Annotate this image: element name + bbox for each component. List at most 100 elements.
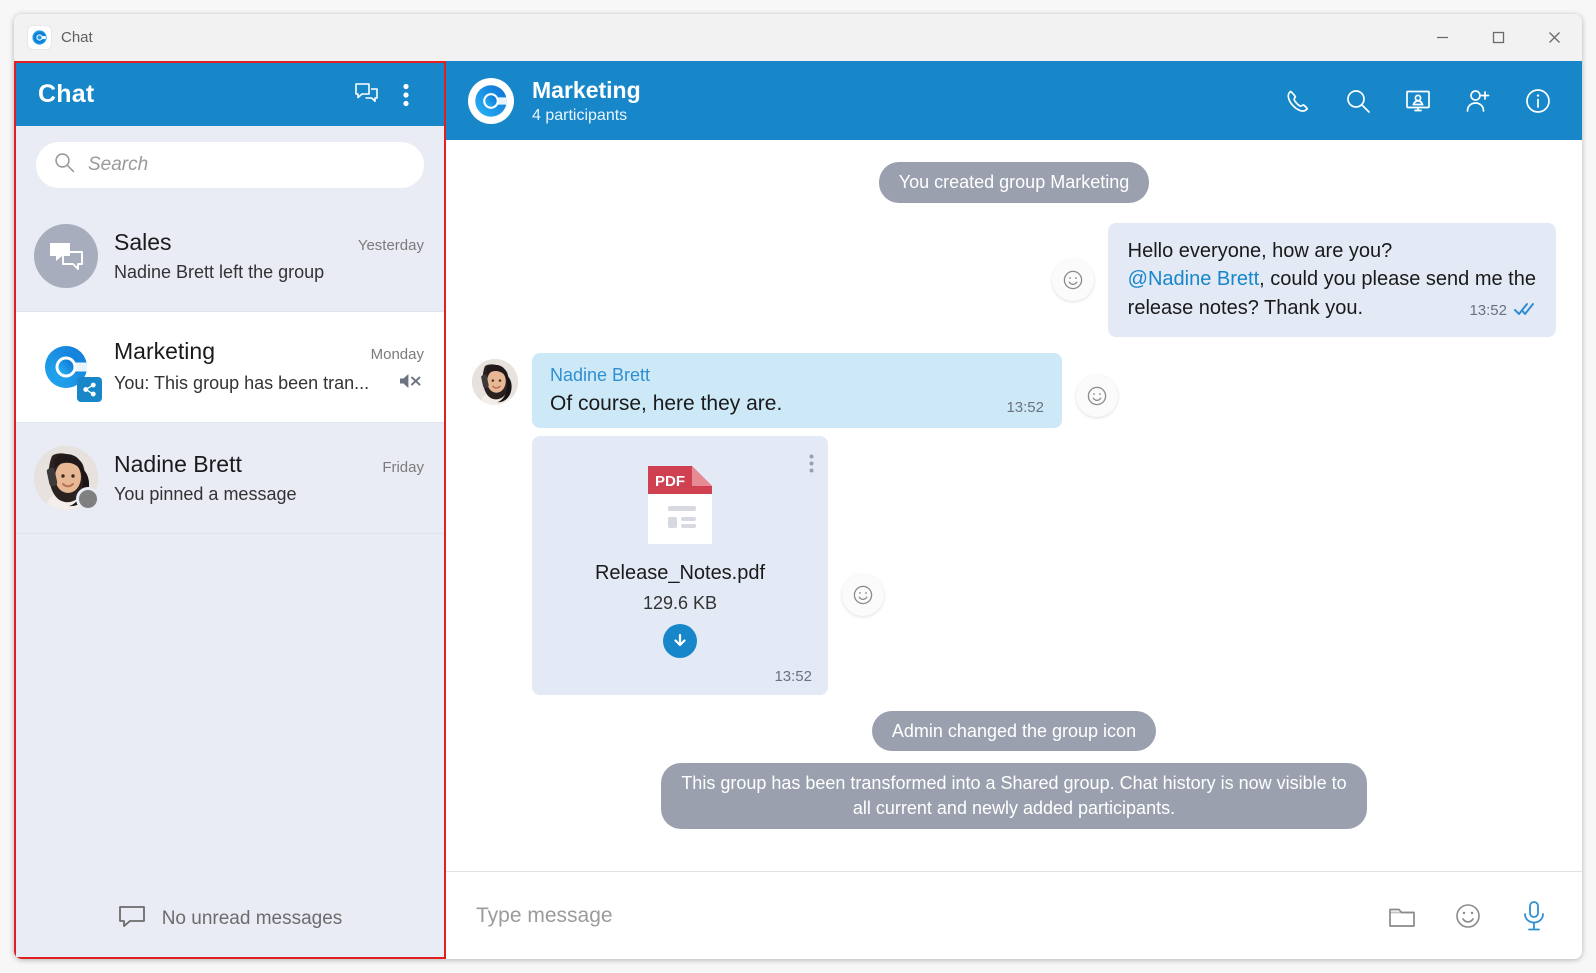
message-text: Hello everyone, how are you? @Nadine Bre… xyxy=(1128,237,1536,323)
avatar xyxy=(472,358,518,405)
message-bubble-outgoing: Hello everyone, how are you? @Nadine Bre… xyxy=(1107,222,1556,337)
message-time: 13:52 xyxy=(1006,398,1044,416)
emoji-icon[interactable] xyxy=(1448,896,1488,936)
share-badge-icon xyxy=(77,377,102,402)
more-options-icon[interactable] xyxy=(386,75,426,115)
add-person-icon[interactable] xyxy=(1458,81,1498,121)
chat-bubble-icon xyxy=(118,905,146,934)
file-attachment-card[interactable]: PDF Release_Notes.pdf 129.6 KB 13:52 xyxy=(532,435,828,695)
download-icon[interactable] xyxy=(663,623,697,658)
chat-item-time: Yesterday xyxy=(357,237,424,254)
search-input[interactable] xyxy=(88,154,406,176)
app-window: Chat Chat Search Sales Yesterday Nadine … xyxy=(14,14,1582,959)
emoji-reaction-icon[interactable] xyxy=(1051,258,1094,301)
info-icon[interactable] xyxy=(1518,81,1558,121)
incoming-message-row: Nadine Brett Of course, here they are. 1… xyxy=(472,352,1556,428)
system-message-row: Admin changed the group icon xyxy=(472,710,1556,752)
chat-item-preview: You pinned a message xyxy=(114,484,297,504)
file-message-row: PDF Release_Notes.pdf 129.6 KB 13:52 xyxy=(532,435,1556,695)
chat-list-item-nadine-brett[interactable]: Nadine Brett Friday You pinned a message xyxy=(16,423,444,534)
participant-count: 4 participants xyxy=(532,106,628,124)
app-logo-icon xyxy=(28,26,51,49)
window-titlebar: Chat xyxy=(14,14,1582,61)
chat-item-bottom-row: You: This group has been tran... xyxy=(114,371,424,396)
chat-item-preview: You: This group has been tran... xyxy=(114,373,370,393)
chat-item-name: Sales xyxy=(114,229,172,255)
download-wrapper xyxy=(548,623,812,658)
window-title: Chat xyxy=(61,29,93,46)
unread-status-text: No unread messages xyxy=(161,908,343,929)
read-receipt-icon xyxy=(1514,296,1536,325)
chat-list: Sales Yesterday Nadine Brett left the gr… xyxy=(16,201,444,881)
chat-header-text: Marketing 4 participants xyxy=(532,77,641,125)
system-message-row: You created group Marketing xyxy=(472,162,1556,203)
chat-item-content: Sales Yesterday Nadine Brett left the gr… xyxy=(114,229,424,283)
pdf-file-icon: PDF xyxy=(548,462,812,548)
chat-item-time: Monday xyxy=(370,346,424,363)
file-size: 129.6 KB xyxy=(642,592,718,613)
titlebar-left: Chat xyxy=(14,26,93,49)
window-controls xyxy=(1414,14,1582,61)
new-chat-icon[interactable] xyxy=(346,75,386,115)
emoji-reaction-icon[interactable] xyxy=(842,574,884,617)
system-message-row: This group has been transformed into a S… xyxy=(472,763,1556,830)
mention-link[interactable]: @Nadine Brett xyxy=(1128,268,1259,290)
file-name: Release_Notes.pdf xyxy=(594,561,766,584)
maximize-button[interactable] xyxy=(1470,14,1526,61)
more-options-icon[interactable] xyxy=(809,454,814,478)
chat-item-top-row: Sales Yesterday xyxy=(114,229,424,256)
emoji-reaction-icon[interactable] xyxy=(1076,374,1118,417)
mute-icon xyxy=(398,371,424,396)
message-text: Of course, here they are. xyxy=(550,391,783,415)
message-meta: 13:52 xyxy=(1469,296,1536,325)
message-input[interactable] xyxy=(476,903,1382,928)
chat-item-name: Nadine Brett xyxy=(114,451,242,477)
main-body: Chat Search Sales Yesterday Nadine Brett… xyxy=(14,61,1582,959)
system-message: You created group Marketing xyxy=(878,162,1150,203)
minimize-button[interactable] xyxy=(1414,14,1470,61)
message-composer xyxy=(446,871,1582,959)
chat-item-content: Marketing Monday You: This group has bee… xyxy=(114,338,424,396)
message-sender: Nadine Brett xyxy=(550,364,651,385)
chat-panel: Marketing 4 participants You created gro… xyxy=(446,61,1582,959)
chat-item-top-row: Nadine Brett Friday xyxy=(114,451,424,478)
microphone-icon[interactable] xyxy=(1514,896,1554,936)
attach-file-icon[interactable] xyxy=(1382,896,1422,936)
chat-item-bottom-row: Nadine Brett left the group xyxy=(114,262,424,283)
sidebar-header: Chat xyxy=(16,63,444,126)
composer-actions xyxy=(1382,896,1554,936)
chat-item-name: Marketing xyxy=(114,338,215,364)
group-bubbles-avatar-icon xyxy=(34,224,98,288)
chat-item-content: Nadine Brett Friday You pinned a message xyxy=(114,451,424,505)
outgoing-message-row: Hello everyone, how are you? @Nadine Bre… xyxy=(472,222,1556,337)
chat-item-time: Friday xyxy=(382,459,424,476)
chat-list-item-marketing[interactable]: Marketing Monday You: This group has bee… xyxy=(16,312,444,423)
chat-list-item-sales[interactable]: Sales Yesterday Nadine Brett left the gr… xyxy=(16,201,444,312)
message-line-2: , could you please send me the xyxy=(1259,268,1536,291)
message-list: You created group Marketing Hello everyo… xyxy=(446,140,1582,871)
message-line-1: Hello everyone, how are you? xyxy=(1127,239,1393,262)
search-icon[interactable] xyxy=(1338,81,1378,121)
search-box[interactable] xyxy=(36,142,424,188)
message-time: 13:52 xyxy=(774,667,812,685)
call-icon[interactable] xyxy=(1278,81,1318,121)
message-body: Of course, here they are. 13:52 xyxy=(550,392,1044,416)
close-button[interactable] xyxy=(1526,14,1582,61)
message-line-3: release notes? Thank you. xyxy=(1127,297,1363,320)
avatar-wrapper xyxy=(34,335,102,402)
avatar-wrapper xyxy=(34,446,100,511)
message-bubble-incoming: Nadine Brett Of course, here they are. 1… xyxy=(532,352,1062,428)
chat-item-preview: Nadine Brett left the group xyxy=(114,262,325,282)
chat-header-actions xyxy=(1278,81,1558,121)
system-message: Admin changed the group icon xyxy=(871,710,1157,752)
chat-item-top-row: Marketing Monday xyxy=(114,338,424,365)
status-badge xyxy=(76,487,100,511)
unread-status-bar: No unread messages xyxy=(16,881,444,957)
svg-text:PDF: PDF xyxy=(655,473,685,490)
page-title: Marketing xyxy=(532,76,641,103)
chat-header: Marketing 4 participants xyxy=(446,61,1582,140)
brand-logo-icon xyxy=(468,77,514,124)
screen-share-icon[interactable] xyxy=(1398,81,1438,121)
chat-list-sidebar: Chat Search Sales Yesterday Nadine Brett… xyxy=(14,61,446,959)
system-message: This group has been transformed into a S… xyxy=(661,763,1367,830)
